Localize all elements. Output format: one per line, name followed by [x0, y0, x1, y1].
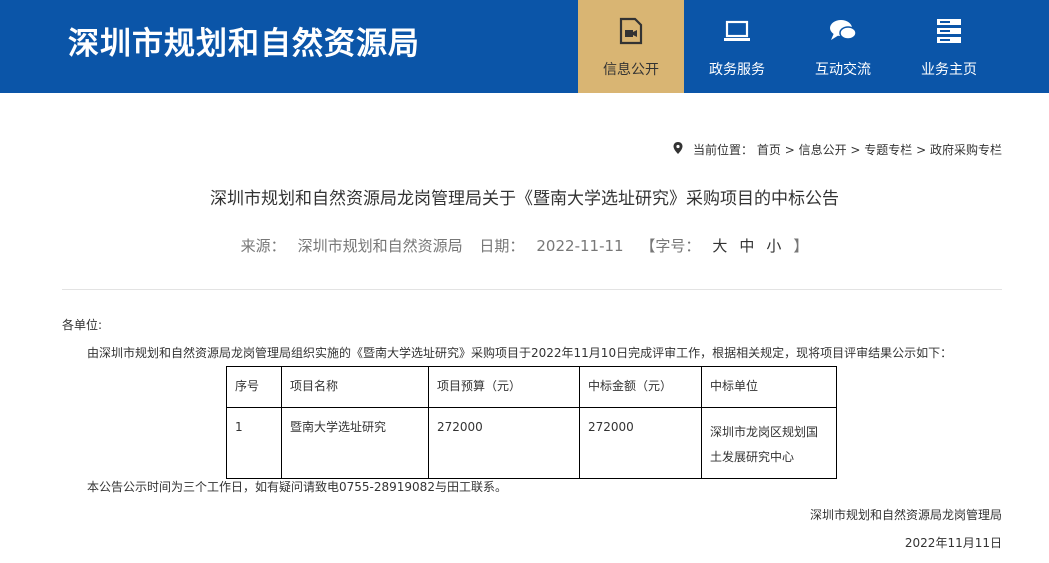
- font-size-close: 】: [793, 237, 809, 255]
- breadcrumb-separator: >: [780, 143, 799, 157]
- nav-item-info-disclosure[interactable]: 信息公开: [578, 0, 684, 93]
- breadcrumb-special-topics[interactable]: 专题专栏: [864, 143, 912, 157]
- site-header: 深圳市规划和自然资源局 信息公开 政务服务 互动交流 业务主页: [0, 0, 1049, 93]
- font-size-medium-link[interactable]: 中: [739, 237, 754, 255]
- location-pin-icon: [673, 142, 683, 154]
- nav-item-gov-services[interactable]: 政务服务: [684, 0, 790, 93]
- font-size-large-link[interactable]: 大: [712, 237, 727, 255]
- winner-line: 深圳市龙岗区规划国: [710, 425, 819, 439]
- winner-line: 土发展研究中心: [710, 450, 795, 464]
- notice-paragraph: 本公告公示时间为三个工作日，如有疑问请致电0755-28919082与田工联系。: [87, 480, 507, 494]
- table-row: 1 暨南大学选址研究 272000 272000 深圳市龙岗区规划国 土发展研究中…: [226, 407, 837, 479]
- signature: 深圳市规划和自然资源局龙岗管理局: [809, 508, 1002, 522]
- table-header-cell: 项目名称: [281, 366, 429, 408]
- breadcrumb-info-disclosure[interactable]: 信息公开: [799, 143, 847, 157]
- nav-label: 业务主页: [921, 62, 977, 78]
- nav-label: 政务服务: [709, 62, 765, 78]
- table-header-cell: 序号: [226, 366, 282, 408]
- source-value: 深圳市规划和自然资源局: [297, 237, 463, 255]
- site-title: 深圳市规划和自然资源局: [68, 26, 420, 62]
- table-cell-name: 暨南大学选址研究: [281, 407, 429, 479]
- chat-icon: [830, 20, 857, 40]
- nav-item-interaction[interactable]: 互动交流: [790, 0, 896, 93]
- divider: [62, 289, 1002, 290]
- video-icon: [619, 17, 643, 45]
- laptop-icon: [724, 20, 750, 41]
- date-label: 日期：: [479, 237, 525, 255]
- article-meta: 来源： 深圳市规划和自然资源局 日期： 2022-11-11 【字号： 大中小】: [0, 235, 1049, 257]
- table-header-cell: 中标金额（元）: [579, 366, 702, 408]
- result-table: 序号 项目名称 项目预算（元） 中标金额（元） 中标单位 1 暨南大学选址研究 …: [226, 366, 837, 479]
- breadcrumb: 当前位置： 首页 > 信息公开 > 专题专栏 > 政府采购专栏: [673, 142, 1002, 158]
- table-header-row: 序号 项目名称 项目预算（元） 中标金额（元） 中标单位: [226, 366, 837, 408]
- nav-label: 信息公开: [603, 62, 659, 78]
- breadcrumb-gov-procurement[interactable]: 政府采购专栏: [930, 143, 1002, 157]
- table-header-cell: 项目预算（元）: [428, 366, 580, 408]
- intro-paragraph: 由深圳市规划和自然资源局龙岗管理局组织实施的《暨南大学选址研究》采购项目于202…: [87, 346, 953, 360]
- font-size-small-link[interactable]: 小: [766, 237, 781, 255]
- table-cell-budget: 272000: [428, 407, 580, 479]
- breadcrumb-prefix: 当前位置：: [693, 143, 754, 157]
- breadcrumb-separator: >: [912, 143, 930, 157]
- table-cell-no: 1: [226, 407, 282, 479]
- font-size-label: 【字号：: [640, 237, 701, 255]
- nav-item-business-home[interactable]: 业务主页: [896, 0, 1002, 93]
- table-cell-amount: 272000: [579, 407, 702, 479]
- source-label: 来源：: [240, 237, 286, 255]
- server-icon: [937, 19, 961, 43]
- table-cell-winner: 深圳市龙岗区规划国 土发展研究中心: [701, 407, 837, 479]
- nav-label: 互动交流: [815, 62, 871, 78]
- breadcrumb-separator: >: [846, 143, 865, 157]
- main-nav: 信息公开 政务服务 互动交流 业务主页: [578, 0, 1002, 93]
- sign-date: 2022年11月11日: [904, 536, 1002, 550]
- article-title: 深圳市规划和自然资源局龙岗管理局关于《暨南大学选址研究》采购项目的中标公告: [210, 189, 839, 209]
- breadcrumb-home[interactable]: 首页: [757, 143, 781, 157]
- table-header-cell: 中标单位: [701, 366, 837, 408]
- date-value: 2022-11-11: [536, 237, 624, 255]
- salutation: 各单位:: [62, 318, 103, 332]
